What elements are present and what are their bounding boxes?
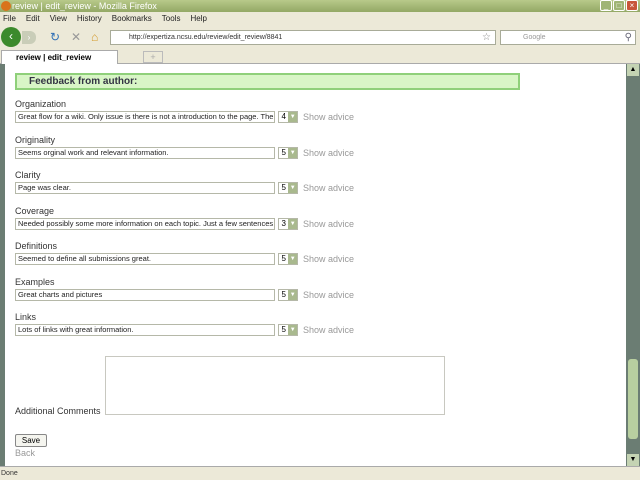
- menu-view[interactable]: View: [50, 12, 67, 25]
- scroll-down-icon[interactable]: ▼: [627, 454, 639, 466]
- page-content: Feedback from author: Organization Great…: [0, 64, 626, 466]
- menu-history[interactable]: History: [77, 12, 102, 25]
- chevron-down-icon: ▼: [288, 289, 297, 300]
- scroll-up-icon[interactable]: ▲: [627, 64, 639, 76]
- menu-bar: File Edit View History Bookmarks Tools H…: [0, 12, 640, 25]
- comment-input[interactable]: Great charts and pictures: [15, 288, 275, 301]
- tab-review[interactable]: review | edit_review: [1, 50, 118, 64]
- search-icon[interactable]: ⚲: [625, 31, 632, 44]
- show-advice-link[interactable]: Show advice: [303, 148, 354, 158]
- comment-input[interactable]: Seems orginal work and relevant informat…: [15, 146, 275, 159]
- additional-comments-label: Additional Comments: [15, 406, 101, 416]
- question-label: Links: [15, 312, 37, 322]
- question-label: Definitions: [15, 241, 58, 251]
- question-definitions: Definitions Seemed to define all submiss…: [15, 241, 354, 265]
- tab-bar: review | edit_review +: [0, 50, 640, 64]
- comment-input[interactable]: Great flow for a wiki. Only issue is the…: [15, 111, 275, 123]
- save-button[interactable]: Save: [15, 434, 47, 447]
- stop-icon[interactable]: ✕: [71, 30, 81, 44]
- question-originality: Originality Seems orginal work and relev…: [15, 135, 354, 159]
- back-button-icon[interactable]: ‹: [1, 27, 21, 47]
- comment-input[interactable]: Needed possibly some more information on…: [15, 217, 275, 230]
- show-advice-link[interactable]: Show advice: [303, 219, 354, 229]
- score-value: 5: [281, 147, 286, 157]
- window-title-bar: review | edit_review - Mozilla Firefox _…: [0, 0, 640, 12]
- window-title: review | edit_review - Mozilla Firefox: [12, 1, 157, 11]
- show-advice-link[interactable]: Show advice: [303, 112, 354, 122]
- score-value: 4: [281, 112, 286, 121]
- show-advice-link[interactable]: Show advice: [303, 325, 354, 335]
- score-value: 5: [281, 325, 286, 334]
- question-label: Originality: [15, 134, 56, 145]
- question-label: Organization: [15, 99, 67, 109]
- menu-tools[interactable]: Tools: [162, 12, 181, 25]
- navigation-toolbar: ‹ › ↻ ✕ ⌂ http://expertiza.ncsu.edu/revi…: [0, 25, 640, 50]
- chevron-down-icon: ▼: [288, 218, 297, 229]
- comment-input[interactable]: Page was clear.: [15, 182, 275, 194]
- show-advice-link[interactable]: Show advice: [303, 254, 354, 264]
- menu-edit[interactable]: Edit: [26, 12, 40, 25]
- reload-icon[interactable]: ↻: [50, 30, 60, 44]
- additional-comments-textarea[interactable]: [105, 356, 445, 415]
- question-links: Links Lots of links with great informati…: [15, 312, 354, 336]
- minimize-button[interactable]: _: [600, 0, 612, 11]
- search-box[interactable]: Google ⚲: [500, 30, 636, 45]
- question-label: Clarity: [15, 170, 41, 180]
- score-select[interactable]: 5 ▼: [278, 146, 298, 159]
- url-text: http://expertiza.ncsu.edu/review/edit_re…: [129, 34, 283, 41]
- score-select[interactable]: 4 ▼: [278, 111, 298, 123]
- comment-input[interactable]: Lots of links with great information.: [15, 324, 275, 336]
- show-advice-link[interactable]: Show advice: [303, 290, 354, 300]
- score-value: 3: [281, 218, 286, 228]
- scroll-thumb[interactable]: [628, 359, 638, 439]
- status-text: Done: [1, 470, 18, 477]
- new-tab-button[interactable]: +: [143, 51, 163, 63]
- chevron-down-icon: ▼: [288, 147, 297, 158]
- show-advice-link[interactable]: Show advice: [303, 183, 354, 193]
- score-select[interactable]: 5 ▼: [278, 182, 298, 194]
- score-value: 5: [281, 254, 286, 263]
- chevron-down-icon: ▼: [288, 112, 297, 122]
- score-select[interactable]: 5 ▼: [278, 324, 298, 336]
- question-clarity: Clarity Page was clear. 5 ▼ Show advice: [15, 170, 354, 194]
- question-organization: Organization Great flow for a wiki. Only…: [15, 99, 354, 123]
- forward-button-icon[interactable]: ›: [22, 31, 36, 44]
- vertical-scrollbar[interactable]: ▲ ▼: [626, 64, 640, 466]
- question-label: Coverage: [15, 205, 55, 216]
- back-link[interactable]: Back: [15, 448, 35, 458]
- firefox-icon: [1, 1, 11, 11]
- bookmark-star-icon[interactable]: ☆: [482, 31, 491, 44]
- chevron-down-icon: ▼: [288, 325, 297, 335]
- maximize-button[interactable]: □: [613, 0, 625, 11]
- question-examples: Examples Great charts and pictures 5 ▼ Sh…: [15, 277, 354, 301]
- menu-help[interactable]: Help: [190, 12, 206, 25]
- score-value: 5: [281, 183, 286, 192]
- home-icon[interactable]: ⌂: [91, 30, 98, 44]
- url-bar[interactable]: http://expertiza.ncsu.edu/review/edit_re…: [110, 30, 496, 45]
- tab-label: review | edit_review: [16, 53, 92, 62]
- score-select[interactable]: 3 ▼: [278, 217, 298, 230]
- comment-input[interactable]: Seemed to define all submissions great.: [15, 253, 275, 265]
- search-placeholder: Google: [523, 34, 546, 41]
- score-value: 5: [281, 289, 286, 299]
- chevron-down-icon: ▼: [288, 254, 297, 264]
- menu-bookmarks[interactable]: Bookmarks: [112, 12, 152, 25]
- close-button[interactable]: ×: [626, 0, 638, 11]
- question-coverage: Coverage Needed possibly some more infor…: [15, 206, 354, 230]
- menu-file[interactable]: File: [3, 12, 16, 25]
- score-select[interactable]: 5 ▼: [278, 253, 298, 265]
- score-select[interactable]: 5 ▼: [278, 288, 298, 301]
- feedback-heading: Feedback from author:: [15, 73, 520, 90]
- status-bar: Done: [0, 466, 640, 479]
- question-label: Examples: [15, 276, 55, 287]
- chevron-down-icon: ▼: [288, 183, 297, 193]
